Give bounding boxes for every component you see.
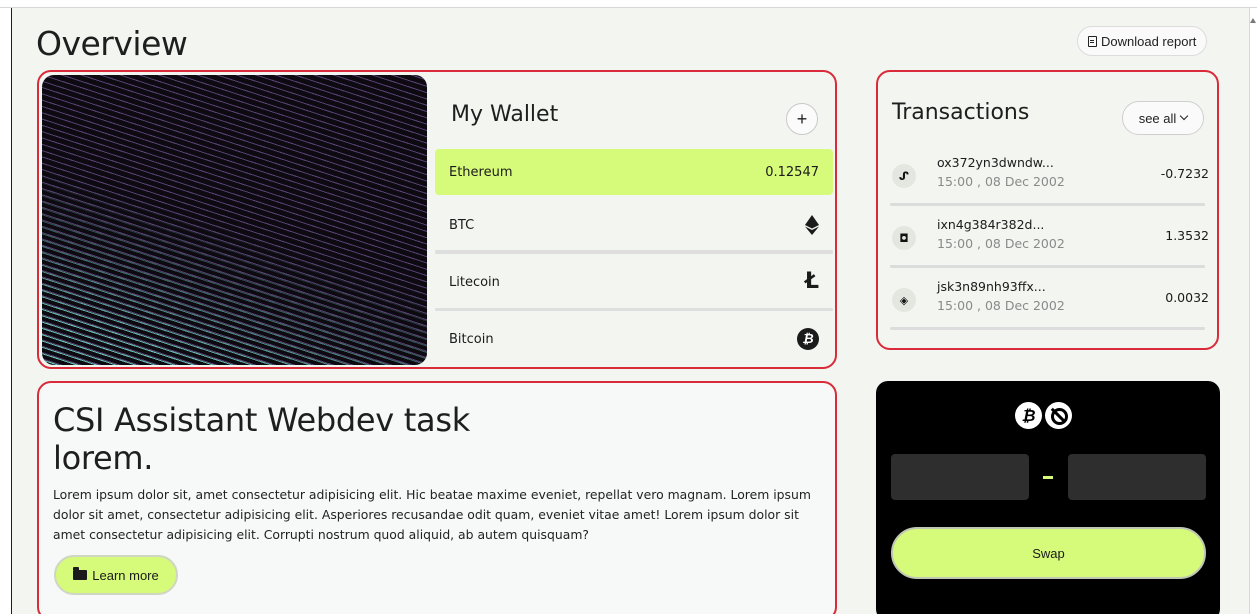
transaction-row[interactable]: ◘ ixn4g384r382d... 15:00 , 08 Dec 2002 1… [890,214,1209,268]
ethereum-icon [805,215,819,235]
window-left-edge [0,8,12,614]
wallet-item-btc[interactable]: BTC [435,202,833,253]
wallet-item-label: Bitcoin [449,331,494,347]
swap-button[interactable]: Swap [891,527,1206,579]
scroll-up-arrow-icon[interactable] [1250,18,1256,23]
transaction-row[interactable]: ᔑ ox372yn3dwndw... 15:00 , 08 Dec 2002 -… [890,152,1209,206]
swap-from-input[interactable] [891,454,1029,500]
chevron-down-icon [1180,111,1189,121]
wallet-item-value: 0.12547 [765,164,819,180]
stumbleupon-icon: ᔑ [892,164,916,188]
wallet-item-bitcoin[interactable]: Bitcoin ₿ [435,308,833,362]
transaction-amount: 0.0032 [1165,290,1209,305]
transaction-date: 15:00 , 08 Dec 2002 [937,174,1065,189]
see-all-label: see all [1138,110,1177,126]
wallet-item-ethereum[interactable]: Ethereum 0.12547 [435,149,833,195]
wallet-item-litecoin[interactable]: Litecoin Ł [435,251,833,305]
box-icon: ◘ [892,226,916,250]
see-all-button[interactable]: see all [1122,101,1204,135]
window-top-bar [0,0,1257,8]
swap-card: ₿ Swap [876,381,1220,614]
wallet-item-label: Litecoin [449,274,500,290]
x-coin-icon [1045,402,1072,429]
page-title: Overview [36,24,188,63]
swap-separator [1043,476,1053,479]
wallet-item-label: Ethereum [449,164,513,180]
transactions-card: Transactions see all ᔑ ox372yn3dwndw... … [876,70,1219,350]
swap-coin-icons: ₿ [1015,402,1072,429]
learn-more-label: Learn more [92,567,159,583]
vertical-scrollbar[interactable] [1249,8,1257,614]
download-report-button[interactable]: Download report [1077,26,1208,56]
bitcoin-icon: ₿ [797,328,819,350]
add-wallet-button[interactable]: + [786,103,818,135]
transaction-row[interactable]: ◈ jsk3n89nh93ffx... 15:00 , 08 Dec 2002 … [890,276,1209,330]
transaction-hash: ixn4g384r382d... [937,217,1045,232]
transaction-date: 15:00 , 08 Dec 2002 [937,236,1065,251]
litecoin-icon: Ł [804,269,819,294]
promo-card: CSI Assistant Webdev task lorem. Lorem i… [37,381,837,614]
transaction-hash: ox372yn3dwndw... [937,155,1054,170]
wallet-card: My Wallet + Ethereum 0.12547 BTC Litecoi… [37,70,837,369]
download-report-label: Download report [1101,33,1197,49]
transaction-date: 15:00 , 08 Dec 2002 [937,298,1065,313]
wallet-artwork [42,75,427,365]
transaction-amount: 1.3532 [1165,228,1209,243]
swap-to-input[interactable] [1068,454,1206,500]
drop-icon: ◈ [892,288,916,312]
wallet-title: My Wallet [451,102,559,127]
transaction-amount: -0.7232 [1160,166,1209,181]
promo-body: Lorem ipsum dolor sit, amet consectetur … [53,487,811,542]
folder-open-icon [73,567,88,580]
learn-more-button[interactable]: Learn more [54,555,178,595]
transactions-title: Transactions [892,100,1030,125]
document-icon [1088,35,1097,47]
wallet-item-label: BTC [449,217,475,233]
promo-title: CSI Assistant Webdev task lorem. [53,401,470,477]
bitcoin-icon: ₿ [1015,402,1042,429]
transaction-hash: jsk3n89nh93ffx... [937,279,1046,294]
